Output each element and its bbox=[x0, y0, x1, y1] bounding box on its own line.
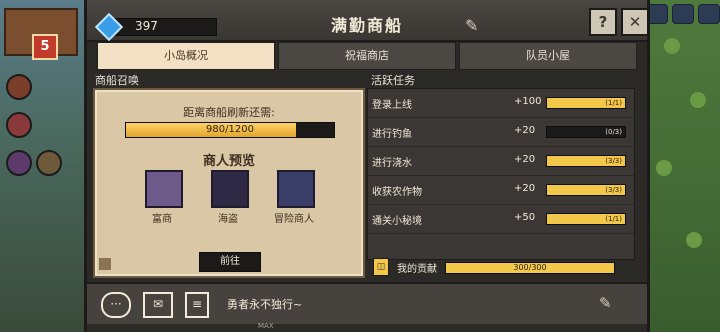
task-progress-text: (3/3) bbox=[605, 186, 622, 194]
left-scene-icon-1[interactable] bbox=[6, 74, 32, 100]
notes-icon[interactable]: ≡ bbox=[185, 292, 209, 318]
chat-icon[interactable]: ··· bbox=[101, 292, 131, 318]
summon-panel: 距离商船刷新还需: 980/1200 商人预览 富商 海盗 冒险商人 前往 bbox=[93, 88, 365, 278]
contribution-label: 我的贡献 bbox=[397, 264, 437, 275]
task-progress-bar: (0/3) bbox=[546, 126, 626, 138]
task-reward: +50 bbox=[514, 212, 536, 223]
merchant-preview-title: 商人预览 bbox=[202, 154, 255, 169]
tasks-section-title: 活跃任务 bbox=[371, 74, 415, 87]
task-reward: +20 bbox=[514, 183, 536, 194]
top-right-buttons bbox=[646, 4, 720, 24]
task-reward: +20 bbox=[514, 125, 536, 136]
edit-message-icon[interactable]: ✎ bbox=[599, 294, 619, 314]
merchant-ship-window: 397 满勤商船 ✎ ? ✕ 小岛概况 祝福商店 队员小屋 商船召唤 距离商船刷… bbox=[84, 0, 650, 332]
task-reward: +20 bbox=[514, 154, 536, 165]
task-progress-text: (3/3) bbox=[605, 157, 622, 165]
left-scene-icon-2[interactable] bbox=[6, 112, 32, 138]
task-progress-bar: (3/3) bbox=[546, 155, 626, 167]
task-row: 通关小秘境 +50 (1/1) bbox=[368, 205, 634, 234]
edit-icon[interactable]: ✎ bbox=[465, 16, 485, 36]
tab-bar: 小岛概况 祝福商店 队员小屋 bbox=[97, 42, 637, 70]
task-name: 登录上线 bbox=[372, 100, 412, 111]
rich-merchant-portrait-icon bbox=[145, 170, 183, 208]
merchant-name: 海盗 bbox=[218, 214, 238, 225]
merchant-adventurer[interactable]: 冒险商人 bbox=[265, 170, 323, 232]
bush bbox=[656, 160, 672, 176]
task-name: 通关小秘境 bbox=[372, 216, 422, 227]
summon-section-title: 商船召唤 bbox=[95, 74, 139, 87]
max-label: MAX bbox=[258, 322, 274, 330]
task-reward: +100 bbox=[514, 96, 542, 107]
merchant-name: 富商 bbox=[152, 214, 172, 225]
contribution-row: ◫ 我的贡献 300/300 bbox=[367, 258, 633, 276]
task-row: 进行钓鱼 +20 (0/3) bbox=[368, 118, 634, 147]
close-button[interactable]: ✕ bbox=[621, 8, 649, 36]
task-progress-text: (1/1) bbox=[605, 99, 622, 107]
refresh-label: 距离商船刷新还需: bbox=[183, 106, 275, 119]
top-right-button-2[interactable] bbox=[672, 4, 694, 24]
top-right-button-3[interactable] bbox=[698, 4, 720, 24]
merchant-list: 富商 海盗 冒险商人 bbox=[133, 170, 325, 232]
contribution-text: 300/300 bbox=[513, 263, 547, 272]
task-progress-text: (1/1) bbox=[605, 215, 622, 223]
adventurer-merchant-portrait-icon bbox=[277, 170, 315, 208]
refresh-progress-text: 980/1200 bbox=[206, 124, 254, 135]
tab-island-overview[interactable]: 小岛概况 bbox=[97, 42, 275, 70]
task-progress-bar: (1/1) bbox=[546, 97, 626, 109]
title-bar: 397 满勤商船 ✎ ? ✕ bbox=[87, 0, 649, 42]
level-badge[interactable]: 5 bbox=[32, 34, 58, 60]
left-scene: 5 bbox=[0, 0, 90, 332]
merchant-rich[interactable]: 富商 bbox=[133, 170, 191, 232]
task-row: 进行浇水 +20 (3/3) bbox=[368, 147, 634, 176]
refresh-progress-bar: 980/1200 bbox=[125, 122, 335, 138]
window-title: 满勤商船 bbox=[330, 16, 403, 35]
tab-crew-cabin[interactable]: 队员小屋 bbox=[459, 42, 637, 70]
pirate-portrait-icon bbox=[211, 170, 249, 208]
task-name: 进行浇水 bbox=[372, 158, 412, 169]
bush bbox=[690, 92, 706, 108]
tab-blessing-shop[interactable]: 祝福商店 bbox=[278, 42, 456, 70]
contribution-bar: 300/300 bbox=[445, 262, 615, 274]
merchant-pirate[interactable]: 海盗 bbox=[199, 170, 257, 232]
bush bbox=[686, 232, 702, 248]
task-progress-bar: (3/3) bbox=[546, 184, 626, 196]
task-name: 收获农作物 bbox=[372, 187, 422, 198]
task-progress-bar: (1/1) bbox=[546, 213, 626, 225]
goto-button[interactable]: 前往 bbox=[199, 252, 261, 272]
task-progress-text: (0/3) bbox=[605, 128, 622, 136]
status-message: 勇者永不独行~ bbox=[227, 298, 303, 311]
trophy-icon: ◫ bbox=[373, 258, 389, 276]
merchant-name: 冒险商人 bbox=[274, 214, 314, 225]
task-row: 收获农作物 +20 (3/3) bbox=[368, 176, 634, 205]
bush bbox=[664, 38, 680, 54]
task-name: 进行钓鱼 bbox=[372, 129, 412, 140]
left-scene-icon-3[interactable] bbox=[6, 150, 32, 176]
mail-icon[interactable]: ✉ bbox=[143, 292, 173, 318]
help-button[interactable]: ? bbox=[589, 8, 617, 36]
right-scene bbox=[642, 0, 720, 332]
left-scene-icon-4[interactable] bbox=[36, 150, 62, 176]
bottom-bar: ··· ✉ ≡ 勇者永不独行~ ✎ bbox=[87, 282, 647, 324]
task-row: 登录上线 +100 (1/1) bbox=[368, 89, 634, 118]
task-list[interactable]: 登录上线 +100 (1/1) 进行钓鱼 +20 (0/3) 进行浇水 +20 (3/3) 收获农… bbox=[367, 88, 635, 260]
corner-decoration bbox=[99, 258, 111, 270]
